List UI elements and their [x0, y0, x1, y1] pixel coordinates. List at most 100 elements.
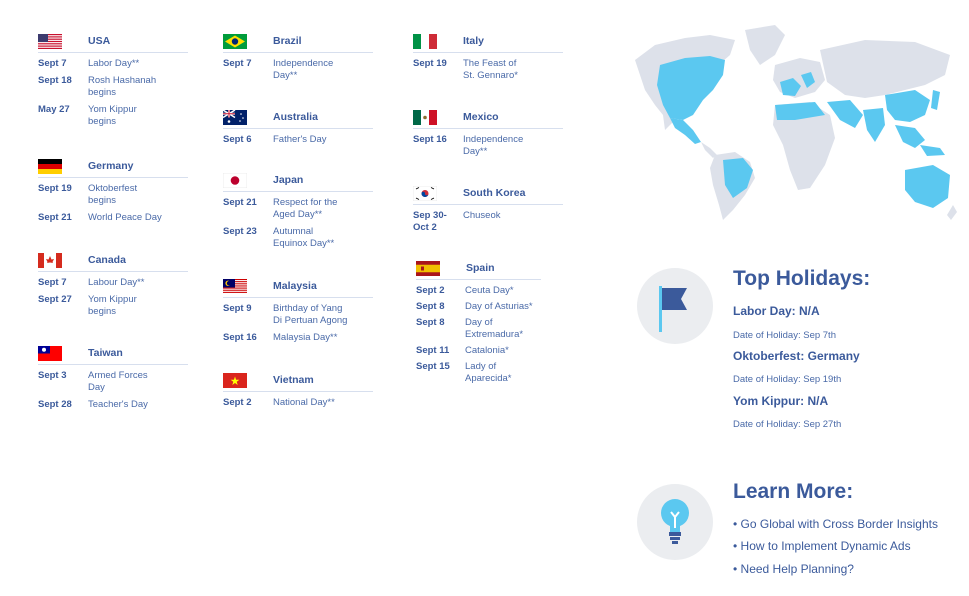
holiday-date: Sept 21 [38, 212, 72, 223]
country-name: Vietnam [273, 374, 314, 386]
usa-flag-icon [38, 33, 62, 49]
holiday-name: World Peace Day [88, 212, 162, 223]
holiday-name: Yom Kippur begins [88, 104, 137, 127]
holiday-name: Independence Day** [463, 134, 524, 157]
holiday-name: Armed Forces Day [88, 370, 148, 393]
holiday-name: Day of Asturias* [465, 301, 533, 312]
flag-icon-circle [637, 268, 713, 344]
country-name: Australia [273, 111, 318, 123]
lightbulb-icon [661, 499, 689, 544]
holiday-name: Catalonia* [465, 345, 509, 356]
holiday-date: Sept 11 [416, 345, 450, 356]
holiday-name: Lady of Aparecida* [465, 361, 512, 384]
japan-flag-icon [223, 172, 247, 188]
holiday-name: Ceuta Day* [465, 285, 514, 296]
holiday-date: Sept 7 [223, 58, 252, 69]
learn-more-link-planning[interactable]: • Need Help Planning? [733, 562, 854, 576]
top-holiday-title: Labor Day: N/A [733, 304, 820, 318]
holiday-date: Sept 7 [38, 58, 67, 69]
taiwan-flag-icon [38, 345, 62, 361]
holiday-name: Labour Day** [88, 277, 145, 288]
country-name: Mexico [463, 111, 499, 123]
south-korea-flag-icon [413, 185, 437, 201]
country-canada: Canada Sept 7 Labour Day** Sept 27 Yom Kip… [38, 249, 188, 318]
top-holidays-heading: Top Holidays: [733, 267, 871, 290]
country-name: USA [88, 35, 111, 47]
lightbulb-icon-circle [637, 484, 713, 560]
holiday-date: Sept 15 [416, 361, 450, 372]
country-italy: Italy Sept 19 The Feast of St. Gennaro* [413, 30, 563, 82]
country-name: Taiwan [88, 347, 123, 359]
holiday-name: The Feast of St. Gennaro* [463, 58, 518, 81]
holiday-name: Autumnal Equinox Day** [273, 226, 335, 249]
learn-more-link-cross-border[interactable]: • Go Global with Cross Border Insights [733, 517, 938, 531]
holiday-name: Labor Day** [88, 58, 140, 69]
germany-flag-icon [38, 158, 62, 174]
holiday-date: Sept 8 [416, 317, 445, 328]
holiday-date: Sept 28 [38, 399, 72, 410]
country-name: Spain [466, 262, 495, 274]
holiday-name: Oktoberfest begins [88, 183, 138, 206]
top-holiday-title: Yom Kippur: N/A [733, 394, 829, 408]
country-south-korea: South Korea Sep 30- Oct 2 Chuseok [413, 182, 563, 234]
top-holiday-date: Date of Holiday: Sep 19th [733, 374, 842, 385]
holiday-date: Sept 8 [416, 301, 445, 312]
top-holiday-date: Date of Holiday: Sep 7th [733, 330, 836, 341]
country-germany: Germany Sept 19 Oktoberfest begins Sept 2… [38, 155, 188, 224]
australia-flag-icon [223, 109, 247, 125]
country-mexico: Mexico Sept 16 Independence Day** [413, 106, 563, 158]
holiday-date: Sept 3 [38, 370, 67, 381]
holiday-date: May 27 [38, 104, 70, 115]
country-australia: Australia Sept 6 Father's Day [223, 106, 373, 146]
country-vietnam: Vietnam Sept 2 National Day** [223, 369, 373, 409]
italy-flag-icon [413, 33, 437, 49]
country-spain: Spain Sept 2 Ceuta Day* Sept 8 Day of Astu… [416, 257, 541, 385]
holiday-name: Chuseok [463, 210, 501, 221]
vietnam-flag-icon [223, 372, 247, 388]
country-name: Germany [88, 160, 134, 172]
learn-more-link-dynamic-ads[interactable]: • How to Implement Dynamic Ads [733, 539, 911, 553]
holiday-name: Teacher's Day [88, 399, 148, 410]
holiday-name: National Day** [273, 397, 335, 408]
country-japan: Japan Sept 21 Respect for the Aged Day** … [223, 169, 373, 250]
country-name: Canada [88, 254, 126, 266]
holiday-date: Sept 19 [413, 58, 447, 69]
learn-more-heading: Learn More: [733, 480, 854, 503]
holiday-date: Sept 9 [223, 303, 252, 314]
holiday-date: Sept 21 [223, 197, 257, 208]
holiday-name: Yom Kippur begins [88, 294, 137, 317]
holiday-date: Sept 6 [223, 134, 252, 145]
flag-icon [659, 286, 687, 332]
country-taiwan: Taiwan Sept 3 Armed Forces Day Sept 28 Tea… [38, 342, 188, 411]
country-name: Japan [273, 174, 304, 186]
holiday-date: Sept 16 [413, 134, 447, 145]
country-usa: USA Sept 7 Labor Day** Sept 18 Rosh Hashan… [38, 30, 188, 128]
malaysia-flag-icon [223, 278, 247, 294]
holiday-date: Sept 16 [223, 332, 257, 343]
holiday-name: Malaysia Day** [273, 332, 338, 343]
country-name: Italy [463, 35, 485, 47]
country-name: South Korea [463, 187, 526, 199]
holiday-name: Father's Day [273, 134, 327, 145]
mexico-flag-icon [413, 109, 437, 125]
brazil-flag-icon [223, 33, 247, 49]
country-malaysia: Malaysia Sept 9 Birthday of Yang Di Pertu… [223, 275, 373, 344]
holiday-name: Day of Extremadura* [465, 317, 524, 340]
country-brazil: Brazil Sept 7 Independence Day** [223, 30, 373, 82]
holiday-date: Sept 19 [38, 183, 72, 194]
holiday-date: Sept 23 [223, 226, 257, 237]
holiday-date: Sept 2 [223, 397, 252, 408]
holiday-date: Sept 7 [38, 277, 67, 288]
canada-flag-icon [38, 252, 62, 268]
holiday-date: Sept 27 [38, 294, 72, 305]
holiday-name: Rosh Hashanah begins [88, 75, 157, 98]
holiday-name: Birthday of Yang Di Pertuan Agong [273, 303, 348, 326]
country-name: Malaysia [273, 280, 317, 292]
holiday-date: Sept 2 [416, 285, 445, 296]
holiday-date: Sept 18 [38, 75, 72, 86]
world-map [615, 20, 960, 230]
holiday-name: Independence Day** [273, 58, 334, 81]
holiday-name: Respect for the Aged Day** [273, 197, 338, 220]
country-name: Brazil [273, 35, 302, 47]
top-holiday-date: Date of Holiday: Sep 27th [733, 419, 842, 430]
